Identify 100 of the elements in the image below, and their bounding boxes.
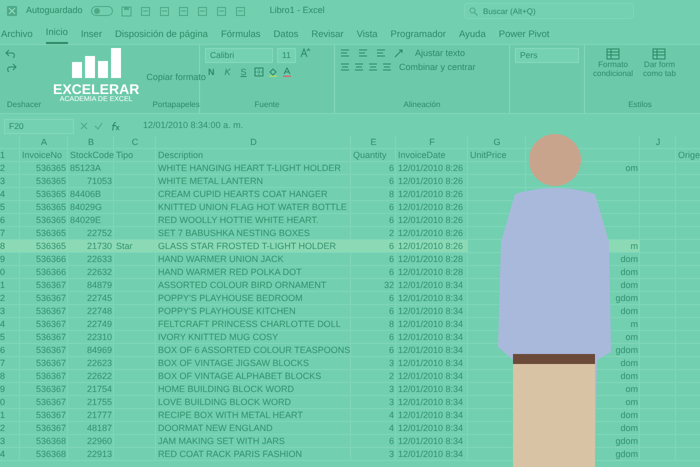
table-cell-text: dom (619, 409, 639, 421)
row-number: 5 (0, 201, 6, 213)
function-icon[interactable] (109, 121, 121, 131)
text-orientation-icon[interactable] (394, 48, 404, 58)
table-cell-text: KNITTED UNION FLAG HOT WATER BOTTLE (157, 201, 348, 213)
save-icon[interactable] (120, 6, 132, 16)
table-cell-text: dom (619, 279, 639, 291)
column-letter: G (492, 136, 502, 148)
menu-tab[interactable]: Programador (390, 26, 446, 44)
table-cell-text: 12/01/2010 8:34 (397, 448, 464, 460)
table-cell-text: 21777 (86, 409, 113, 421)
undo-icon[interactable] (5, 48, 17, 58)
table-cell-text: 12/01/2010 8:34 (397, 292, 464, 304)
table-cell-text: DOORMAT NEW ENGLAND (157, 422, 274, 434)
group-label: Alineación (402, 101, 442, 109)
conditional-format-button[interactable]: Formato condicional (590, 48, 636, 78)
menu-tab[interactable]: Inser (80, 26, 102, 44)
table-cell-text: 12/01/2010 8:34 (397, 331, 464, 343)
table-cell-text: 3 (388, 396, 395, 408)
menu-tab[interactable]: Fórmulas (220, 26, 261, 44)
table-cell-text: 22745 (86, 292, 113, 304)
table-cell-text: dom (619, 422, 639, 434)
redo-icon[interactable] (5, 62, 17, 72)
close-icon[interactable] (80, 122, 88, 130)
table-cell-text: 12/01/2010 8:34 (397, 422, 464, 434)
table-cell-text: 536365 (34, 188, 67, 200)
table-cell-text: 536367 (34, 318, 67, 330)
table-cell-text: 536367 (34, 279, 67, 291)
borders-icon[interactable] (254, 67, 264, 78)
table-cell-text: WHITE HANGING HEART T-LIGHT HOLDER (157, 162, 342, 174)
autosave-toggle[interactable] (90, 6, 113, 16)
column-letter: D (249, 136, 258, 148)
merge-center-button[interactable]: Combinar y centrar (396, 62, 479, 73)
table-cell-text: 536365 (34, 227, 67, 239)
underline-button[interactable]: S (238, 67, 250, 78)
menu-tab[interactable]: Power Pivot (498, 26, 550, 44)
group-label: Estilos (627, 101, 653, 109)
table-cell: Star (114, 240, 156, 252)
menu-tab[interactable]: Archivo (1, 26, 33, 44)
menu-tab[interactable]: Revisar (311, 26, 344, 44)
align-icon[interactable] (376, 48, 386, 58)
table-cell-text: 21755 (86, 396, 113, 408)
table-cell-text: dom (619, 266, 639, 278)
table-cell: 6 (351, 240, 396, 252)
align-icon[interactable] (340, 63, 350, 72)
column-header: Quantity (352, 149, 388, 161)
table-cell-text: HAND WARMER UNION JACK (157, 253, 285, 265)
fill-color-icon[interactable] (268, 67, 278, 78)
menu-tab[interactable]: Ayuda (458, 26, 486, 44)
wrap-text-button[interactable]: Ajustar texto (412, 48, 468, 58)
document-title: Libro1 - Excel (270, 4, 325, 18)
table-cell: GLASS STAR FROSTED T-LIGHT HOLDER (156, 240, 351, 252)
table-cell-text: dom (619, 370, 639, 382)
formula-text: 12/01/2010 8:34:00 a. m. (143, 119, 244, 132)
column-header: StockCode (69, 149, 114, 161)
number-format-field[interactable]: Pers (515, 48, 579, 63)
table-cell-text: dom (619, 253, 639, 265)
table-cell-text: 536367 (34, 396, 67, 408)
table-cell-text: POPPY'S PLAYHOUSE KITCHEN (157, 305, 297, 317)
row-number: 0 (0, 396, 6, 408)
italic-button[interactable]: K (222, 67, 234, 78)
font-name-field[interactable]: Calibri (205, 48, 273, 63)
align-icon[interactable] (354, 63, 364, 72)
table-cell-text: BOX OF 6 ASSORTED COLOUR TEASPOONS (157, 344, 351, 356)
table-cell-text: 84029G (69, 201, 104, 213)
align-icon[interactable] (368, 63, 378, 72)
table-cell-text: 22749 (86, 318, 113, 330)
row-number: 9 (0, 253, 6, 265)
table-cell-text: 12/01/2010 8:34 (397, 409, 464, 421)
table-cell-text: 536365 (34, 175, 67, 187)
search-field[interactable]: Buscar (Alt+Q) (464, 3, 634, 19)
table-cell-text: gdom (614, 344, 639, 356)
spreadsheet-icon (6, 5, 18, 17)
row-number: 0 (0, 266, 6, 278)
align-icon[interactable] (382, 63, 392, 72)
search-icon (469, 7, 478, 16)
align-icon[interactable] (340, 48, 350, 58)
format-as-table-button[interactable]: Dar form como tab (640, 48, 679, 78)
table-cell-text: RED COAT RACK PARIS FASHION (157, 448, 304, 460)
grow-font-icon[interactable] (300, 48, 310, 58)
align-icon[interactable] (358, 48, 368, 58)
name-box[interactable]: F20 (4, 118, 74, 134)
menu-tab[interactable]: Disposición de página (115, 26, 208, 44)
table-cell-text: 3 (388, 448, 395, 460)
font-color-icon[interactable] (282, 67, 292, 78)
row-number: 3 (0, 435, 6, 447)
table-cell-text: 536366 (34, 253, 67, 265)
table-cell-text: 536365 (34, 162, 67, 174)
menu-tab[interactable]: Vista (356, 26, 378, 44)
table-cell-text: 6 (388, 305, 395, 317)
font-size-field[interactable]: 11 (277, 48, 296, 63)
column-header: Description (157, 149, 204, 161)
table-cell-text: HOME BUILDING BLOCK WORD (157, 383, 296, 395)
row-number: 2 (0, 292, 6, 304)
check-icon[interactable] (94, 122, 103, 130)
table-cell-text: om (624, 383, 639, 395)
row-number: 3 (0, 305, 6, 317)
table-cell-text: 12/01/2010 8:34 (397, 279, 464, 291)
menu-tab[interactable]: Datos (274, 26, 298, 44)
table-cell-text: CREAM CUPID HEARTS COAT HANGER (157, 188, 329, 200)
